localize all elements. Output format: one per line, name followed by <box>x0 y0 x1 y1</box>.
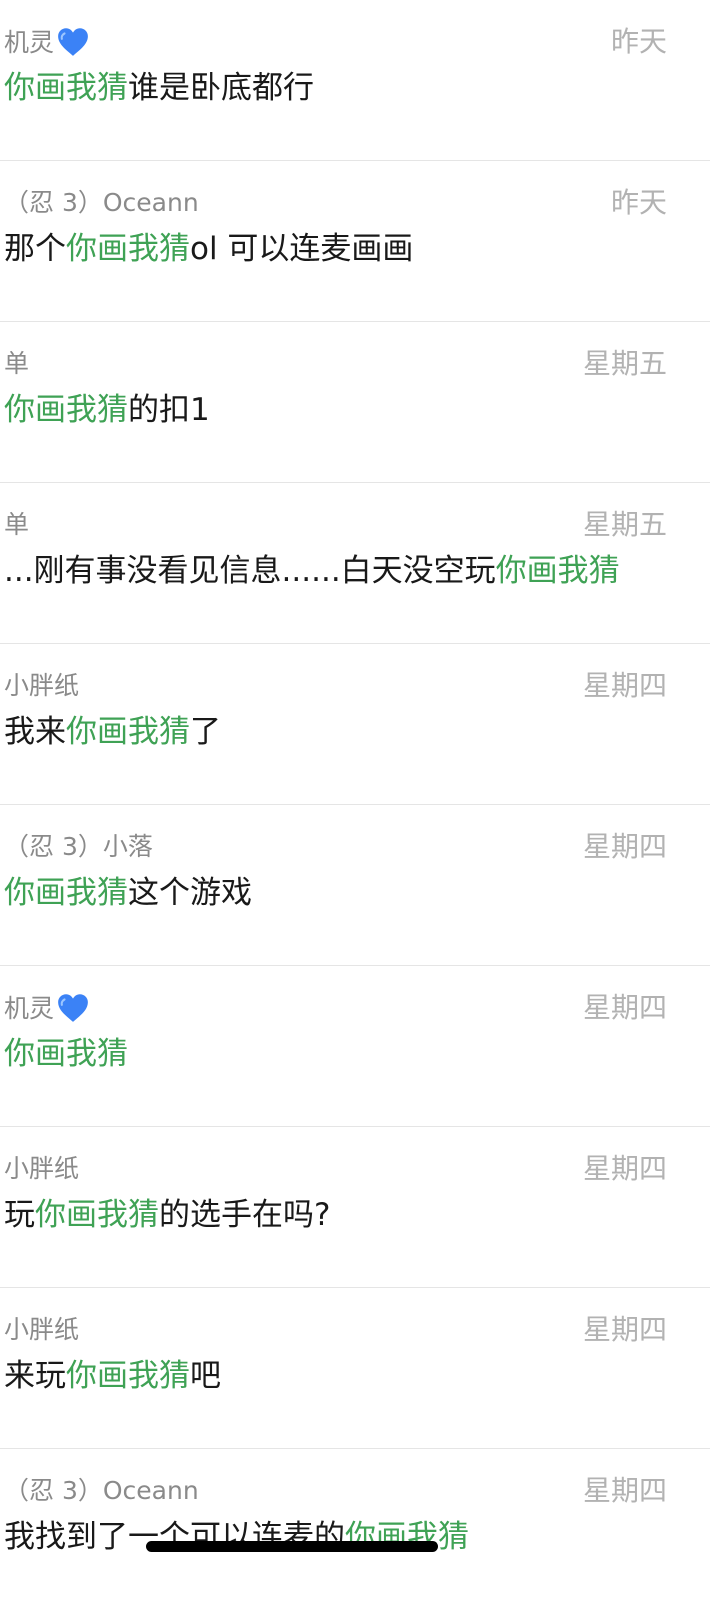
sender-name: 机灵 <box>4 992 90 1025</box>
result-row[interactable]: 机灵 星期四 你画我猜 <box>0 966 710 1127</box>
result-row[interactable]: 单 星期五 你画我猜的扣1 <box>0 322 710 483</box>
snippet-text: 吧 <box>190 1358 221 1394</box>
result-row[interactable]: 机灵 昨天 你画我猜谁是卧底都行 <box>0 0 710 161</box>
message-time: 星期四 <box>582 991 667 1024</box>
message-snippet: 你画我猜 <box>4 1034 128 1074</box>
sender-name: （忍 3）Oceann <box>4 1476 199 1505</box>
message-time: 星期四 <box>582 1313 667 1346</box>
message-snippet: ...刚有事没看见信息......白天没空玩你画我猜 <box>4 551 620 591</box>
message-time: 星期五 <box>582 347 667 380</box>
sender-name: 小胖纸 <box>4 1154 80 1183</box>
snippet-text: 那个 <box>4 231 66 267</box>
blue-heart-icon <box>58 994 88 1022</box>
sender-name: 单 <box>4 510 30 539</box>
message-time: 星期四 <box>582 1152 667 1185</box>
message-time: 星期四 <box>582 1474 667 1507</box>
message-snippet: 来玩你画我猜吧 <box>4 1356 221 1396</box>
snippet-text: ol 可以连麦画画 <box>190 231 414 267</box>
message-snippet: 我来你画我猜了 <box>4 712 221 752</box>
keyword-highlight: 你画我猜 <box>4 875 128 911</box>
sender-name: 机灵 <box>4 26 90 59</box>
sender-name: （忍 3）小落 <box>4 832 153 861</box>
keyword-highlight: 你画我猜 <box>35 1197 159 1233</box>
blue-heart-icon <box>58 28 88 56</box>
keyword-highlight: 你画我猜 <box>4 70 128 106</box>
keyword-highlight: 你画我猜 <box>66 1358 190 1394</box>
message-time: 星期四 <box>582 669 667 702</box>
snippet-text: 了 <box>190 714 221 750</box>
message-snippet: 你画我猜这个游戏 <box>4 873 252 913</box>
message-time: 昨天 <box>610 25 667 58</box>
sender-name: 单 <box>4 349 30 378</box>
snippet-text: 来玩 <box>4 1358 66 1394</box>
result-row[interactable]: 小胖纸 星期四 我来你画我猜了 <box>0 644 710 805</box>
keyword-highlight: 你画我猜 <box>66 231 190 267</box>
message-time: 昨天 <box>610 186 667 219</box>
result-row[interactable]: （忍 3）Oceann 昨天 那个你画我猜ol 可以连麦画画 <box>0 161 710 322</box>
snippet-text: 的扣1 <box>128 392 210 428</box>
result-row[interactable]: （忍 3）小落 星期四 你画我猜这个游戏 <box>0 805 710 966</box>
snippet-text: 玩 <box>4 1197 35 1233</box>
message-snippet: 那个你画我猜ol 可以连麦画画 <box>4 229 413 269</box>
result-row[interactable]: 小胖纸 星期四 玩你画我猜的选手在吗? <box>0 1127 710 1288</box>
keyword-highlight: 你画我猜 <box>66 714 190 750</box>
result-row[interactable]: （忍 3）Oceann 星期四 我找到了一个可以连麦的你画我猜 <box>0 1449 710 1610</box>
snippet-text: 谁是卧底都行 <box>128 70 314 106</box>
message-snippet: 你画我猜谁是卧底都行 <box>4 68 314 108</box>
snippet-text: 这个游戏 <box>128 875 252 911</box>
snippet-text: 的选手在吗? <box>159 1197 331 1233</box>
keyword-highlight: 你画我猜 <box>4 392 128 428</box>
keyword-highlight: 你画我猜 <box>4 1036 128 1072</box>
home-indicator[interactable] <box>146 1541 438 1552</box>
sender-name: （忍 3）Oceann <box>4 188 199 217</box>
sender-name: 小胖纸 <box>4 671 80 700</box>
keyword-highlight: 你画我猜 <box>495 553 620 589</box>
message-time: 星期五 <box>582 508 667 541</box>
message-time: 星期四 <box>582 830 667 863</box>
snippet-text: 我来 <box>4 714 66 750</box>
snippet-text: ...刚有事没看见信息......白天没空玩 <box>4 553 496 589</box>
message-snippet: 玩你画我猜的选手在吗? <box>4 1195 330 1235</box>
message-snippet: 你画我猜的扣1 <box>4 390 210 430</box>
result-row[interactable]: 小胖纸 星期四 来玩你画我猜吧 <box>0 1288 710 1449</box>
sender-name: 小胖纸 <box>4 1315 80 1344</box>
result-row[interactable]: 单 星期五 ...刚有事没看见信息......白天没空玩你画我猜 <box>0 483 710 644</box>
search-results-list: 机灵 昨天 你画我猜谁是卧底都行 （忍 3）Oceann 昨天 那个你画我猜ol… <box>0 0 710 1610</box>
